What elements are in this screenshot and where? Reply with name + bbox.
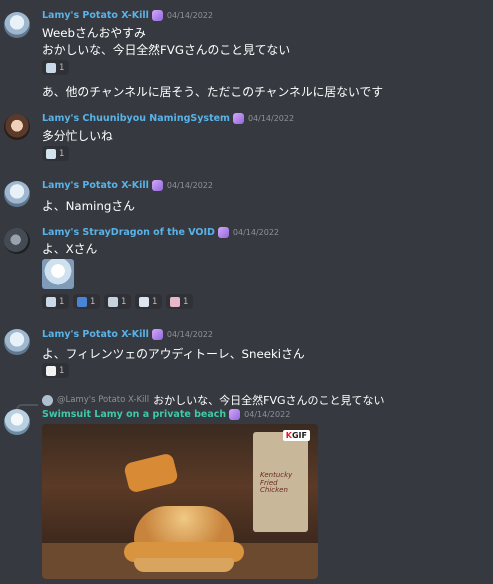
reaction-button[interactable]: 1 (42, 363, 69, 378)
timestamp: 04/14/2022 (166, 181, 213, 190)
reply-preview[interactable]: @Lamy's Potato X-Kill おかしいな、今日全然FVGさんのこと… (42, 392, 385, 408)
message-header: Lamy's Potato X-Kill 04/14/2022 (42, 180, 213, 191)
sticker-icon (139, 296, 149, 307)
message-header: Lamy's StrayDragon of the VOID 04/14/202… (42, 227, 279, 238)
message-header: Lamy's Potato X-Kill 04/14/2022 (42, 10, 213, 21)
username[interactable]: Lamy's Potato X-Kill (42, 180, 149, 191)
message-text: よ、Namingさん (42, 199, 135, 213)
reaction-button[interactable]: 1 (42, 146, 69, 161)
reaction-bar: 1 (42, 363, 69, 378)
bun-top (134, 506, 234, 546)
message-header: Lamy's Chuunibyou NamingSystem 04/14/202… (42, 113, 294, 124)
gif-caption: Kentucky Fried Chicken (260, 471, 293, 495)
reaction-button[interactable]: 1 (42, 60, 69, 75)
sticker-icon (46, 365, 56, 376)
reply-username[interactable]: @Lamy's Potato X-Kill (57, 395, 149, 405)
username[interactable]: Lamy's Chuunibyou NamingSystem (42, 113, 230, 124)
role-badge-icon (229, 409, 241, 420)
sticker-icon (46, 296, 56, 307)
gif-label: GIF (291, 431, 307, 440)
timestamp: 04/14/2022 (166, 11, 213, 20)
username[interactable]: Lamy's StrayDragon of the VOID (42, 227, 215, 238)
sticker-icon (46, 62, 56, 73)
sticker-icon (170, 296, 180, 307)
role-badge-icon (151, 180, 163, 191)
reaction-count: 1 (59, 148, 65, 159)
sticker-icon (108, 296, 118, 307)
avatar[interactable] (4, 181, 30, 207)
role-badge-icon (151, 10, 163, 21)
role-badge-icon (217, 227, 229, 238)
role-badge-icon (151, 329, 163, 340)
reaction-button[interactable]: 1 (73, 294, 100, 309)
reaction-count: 1 (59, 365, 65, 376)
timestamp: 04/14/2022 (166, 330, 213, 339)
reply-text: おかしいな、今日全然FVGさんのこと見てない (153, 394, 385, 407)
reaction-bar: 1 (42, 60, 69, 75)
timestamp: 04/14/2022 (244, 410, 291, 419)
avatar[interactable] (4, 12, 30, 38)
sticker-image[interactable] (42, 259, 74, 289)
message-text: あ、他のチャンネルに居そう、ただこのチャンネルに居ないです (42, 85, 384, 99)
avatar[interactable] (4, 228, 30, 254)
reply-avatar (42, 394, 53, 406)
reaction-count: 1 (59, 296, 65, 307)
reaction-count: 1 (152, 296, 158, 307)
message-text: よ、フィレンツェのアウディトーレ、Sneekiさん (42, 347, 305, 361)
username[interactable]: Swimsuit Lamy on a private beach (42, 409, 226, 420)
timestamp: 04/14/2022 (232, 228, 279, 237)
username[interactable]: Lamy's Potato X-Kill (42, 10, 149, 21)
timestamp: 04/14/2022 (247, 114, 295, 123)
role-badge-icon (232, 113, 244, 124)
sticker-icon (46, 148, 56, 159)
chicken-tender (123, 452, 179, 494)
reaction-count: 1 (183, 296, 189, 307)
reaction-button[interactable]: 1 (166, 294, 193, 309)
message-text: おかしいな、今日全然FVGさんのこと見てない (42, 43, 291, 57)
message-header: Lamy's Potato X-Kill 04/14/2022 (42, 329, 213, 340)
gif-badge: KGIF (282, 430, 310, 441)
reaction-button[interactable]: 1 (42, 294, 69, 309)
reaction-count: 1 (59, 62, 65, 73)
reaction-bar: 1 1 1 1 1 (42, 294, 193, 309)
avatar[interactable] (4, 409, 30, 435)
reaction-count: 1 (90, 296, 96, 307)
message-header: Swimsuit Lamy on a private beach 04/14/2… (42, 409, 290, 420)
bun-bottom (134, 558, 234, 572)
reaction-button[interactable]: 1 (104, 294, 131, 309)
reaction-bar: 1 (42, 146, 69, 161)
username[interactable]: Lamy's Potato X-Kill (42, 329, 149, 340)
message-text: 多分忙しいね (42, 129, 113, 143)
reaction-button[interactable]: 1 (135, 294, 162, 309)
gif-embed[interactable]: Kentucky Fried Chicken KGIF (42, 424, 318, 579)
message-text: Weebさんおやすみ (42, 26, 146, 40)
avatar[interactable] (4, 114, 30, 140)
message-text: よ、Xさん (42, 242, 98, 256)
reaction-count: 1 (121, 296, 127, 307)
avatar[interactable] (4, 329, 30, 355)
sticker-icon (77, 296, 87, 307)
